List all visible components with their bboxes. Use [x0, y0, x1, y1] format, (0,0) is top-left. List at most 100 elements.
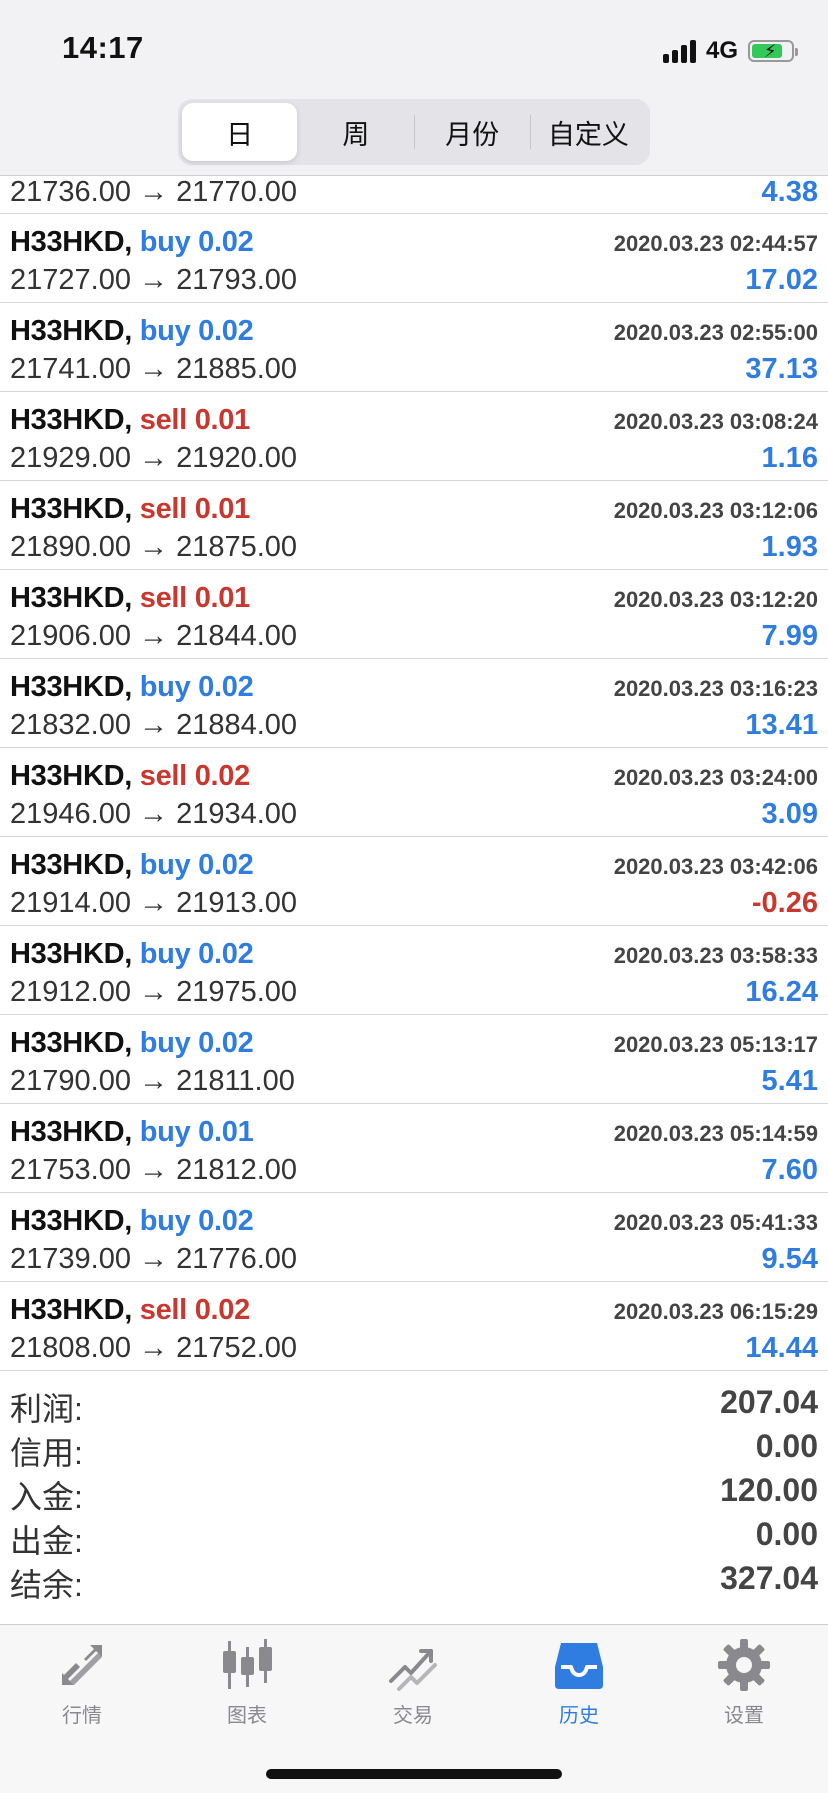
trade-symbol-text: H33HKD, — [10, 582, 132, 614]
summary-value: 0.00 — [755, 1516, 818, 1552]
trade-row[interactable]: H33HKD, buy 0.02 2020.03.23 03:58:33 21912… — [0, 926, 828, 1015]
summary-profit-row: 利润: 207.04 — [0, 1382, 828, 1427]
trade-side: sell 0.01 — [139, 582, 250, 614]
trade-symbol: H33HKD, buy 0.02 — [10, 1205, 254, 1238]
trade-row[interactable]: H33HKD, buy 0.02 2020.03.23 02:55:00 21741… — [0, 303, 828, 392]
trade-row[interactable]: H33HKD, buy 0.02 2020.03.23 05:41:33 21739… — [0, 1193, 828, 1282]
trade-datetime: 2020.03.23 02:55:00 — [613, 320, 818, 345]
trade-datetime: 2020.03.23 05:13:17 — [613, 1032, 818, 1057]
trade-profit: 13.41 — [745, 709, 818, 741]
trade-profit: 3.09 — [761, 798, 818, 830]
summary-credit-row: 信用: 0.00 — [0, 1426, 828, 1471]
trade-prices: 21832.00 → 21884.00 — [10, 709, 298, 741]
tab-label: 行情 — [62, 1705, 102, 1727]
trade-symbol-text: H33HKD, — [10, 671, 132, 703]
trade-profit: 17.02 — [745, 264, 818, 296]
trade-prices: 21741.00 → 21885.00 — [10, 353, 298, 385]
trade-prices: 21736.00 → 21770.00 — [10, 176, 298, 208]
trade-side: buy 0.02 — [139, 226, 254, 258]
trade-prices: 21890.00 → 21875.00 — [10, 531, 298, 563]
trade-row[interactable]: H33HKD, sell 0.02 2020.03.23 03:24:00 2194… — [0, 748, 828, 837]
trade-prices: 21912.00 → 21975.00 — [10, 976, 298, 1008]
tab-quotes[interactable]: 行情 — [27, 1637, 137, 1733]
trade-symbol-text: H33HKD, — [10, 404, 132, 436]
trade-prices: 21790.00 → 21811.00 — [10, 1065, 295, 1097]
trade-symbol: H33HKD, sell 0.01 — [10, 582, 250, 615]
trade-row[interactable]: H33HKD, buy 0.02 2020.03.23 02:44:57 21727… — [0, 214, 828, 303]
trade-history-list[interactable]: 21736.00 → 21770.00 4.38 H33HKD, buy 0.0… — [0, 176, 828, 1371]
trade-profit: 9.54 — [761, 1243, 818, 1275]
trade-symbol: H33HKD, buy 0.02 — [10, 671, 254, 704]
trade-profit: 16.24 — [745, 976, 818, 1008]
trade-side: buy 0.02 — [139, 849, 254, 881]
trade-icon — [389, 1649, 437, 1691]
trade-datetime: 2020.03.23 02:44:57 — [613, 231, 818, 256]
trade-symbol-text: H33HKD, — [10, 849, 132, 881]
summary-label: 入金: — [10, 1479, 83, 1515]
trade-symbol: H33HKD, buy 0.02 — [10, 1027, 254, 1060]
trade-profit: 1.93 — [761, 531, 818, 563]
trade-row[interactable]: H33HKD, sell 0.01 2020.03.23 03:12:06 2189… — [0, 481, 828, 570]
trade-row[interactable]: H33HKD, buy 0.02 2020.03.23 03:16:23 21832… — [0, 659, 828, 748]
trade-symbol: H33HKD, buy 0.02 — [10, 315, 254, 348]
summary-value: 120.00 — [720, 1472, 818, 1508]
summary-label: 利润: — [10, 1391, 83, 1427]
trade-datetime: 2020.03.23 05:14:59 — [613, 1121, 818, 1146]
trade-symbol-text: H33HKD, — [10, 1294, 132, 1326]
home-indicator[interactable] — [266, 1769, 562, 1779]
trade-side: buy 0.01 — [139, 1116, 254, 1148]
quotes-icon — [62, 1645, 102, 1685]
trade-row[interactable]: H33HKD, sell 0.01 2020.03.23 03:12:20 2190… — [0, 570, 828, 659]
trade-row[interactable]: H33HKD, sell 0.01 2020.03.23 03:08:24 2192… — [0, 392, 828, 481]
trade-datetime: 2020.03.23 03:16:23 — [613, 676, 818, 701]
tab-settings[interactable]: 设置 — [689, 1637, 799, 1733]
trade-datetime: 2020.03.23 06:15:29 — [613, 1299, 818, 1324]
trade-symbol: H33HKD, buy 0.01 — [10, 1116, 254, 1149]
trade-symbol: H33HKD, sell 0.02 — [10, 760, 250, 793]
status-indicators: 4G ⚡ — [662, 36, 798, 66]
trade-symbol-text: H33HKD, — [10, 760, 132, 792]
tab-label: 交易 — [393, 1705, 433, 1727]
summary-balance-row: 结余: 327.04 — [0, 1558, 828, 1603]
summary-label: 结余: — [10, 1567, 83, 1603]
chart-icon — [223, 1639, 272, 1689]
trade-side: buy 0.02 — [139, 315, 254, 347]
trade-row-partial[interactable]: 21736.00 → 21770.00 4.38 — [0, 176, 828, 214]
period-segmented-control: 日 周 月份 自定义 — [178, 99, 650, 165]
segment-day[interactable]: 日 — [182, 103, 298, 161]
top-header: 14:17 4G ⚡ 日 周 月份 自定义 — [0, 0, 828, 176]
segment-week[interactable]: 周 — [298, 103, 413, 161]
trade-row[interactable]: H33HKD, sell 0.02 2020.03.23 06:15:29 2180… — [0, 1282, 828, 1371]
trade-symbol: H33HKD, sell 0.01 — [10, 493, 250, 526]
trade-side: buy 0.02 — [139, 938, 254, 970]
trade-row[interactable]: H33HKD, buy 0.02 2020.03.23 03:42:06 21914… — [0, 837, 828, 926]
segment-month[interactable]: 月份 — [415, 103, 530, 161]
trade-symbol: H33HKD, buy 0.02 — [10, 226, 254, 259]
battery-icon: ⚡ — [748, 40, 798, 62]
trade-side: buy 0.02 — [139, 671, 254, 703]
trade-symbol: H33HKD, buy 0.02 — [10, 938, 254, 971]
trade-side: sell 0.01 — [139, 404, 250, 436]
trade-side: sell 0.02 — [139, 1294, 250, 1326]
trade-symbol-text: H33HKD, — [10, 1027, 132, 1059]
trade-side: buy 0.02 — [139, 1205, 254, 1237]
trade-symbol-text: H33HKD, — [10, 493, 132, 525]
trade-datetime: 2020.03.23 05:41:33 — [613, 1210, 818, 1235]
trade-datetime: 2020.03.23 03:12:06 — [613, 498, 818, 523]
status-bar: 14:17 4G ⚡ — [0, 0, 828, 98]
trade-symbol-text: H33HKD, — [10, 315, 132, 347]
trade-profit: 5.41 — [761, 1065, 818, 1097]
trade-row[interactable]: H33HKD, buy 0.01 2020.03.23 05:14:59 21753… — [0, 1104, 828, 1193]
trade-prices: 21727.00 → 21793.00 — [10, 264, 298, 296]
summary-label: 出金: — [10, 1523, 83, 1559]
tab-chart[interactable]: 图表 — [192, 1637, 302, 1733]
summary-value: 0.00 — [755, 1428, 818, 1464]
segment-custom[interactable]: 自定义 — [531, 103, 646, 161]
trade-row[interactable]: H33HKD, buy 0.02 2020.03.23 05:13:17 21790… — [0, 1015, 828, 1104]
trade-prices: 21946.00 → 21934.00 — [10, 798, 298, 830]
trade-prices: 21929.00 → 21920.00 — [10, 442, 298, 474]
tab-history[interactable]: 历史 — [524, 1637, 634, 1733]
tab-trade[interactable]: 交易 — [358, 1637, 468, 1733]
trade-prices: 21753.00 → 21812.00 — [10, 1154, 298, 1186]
trade-side: sell 0.01 — [139, 493, 250, 525]
